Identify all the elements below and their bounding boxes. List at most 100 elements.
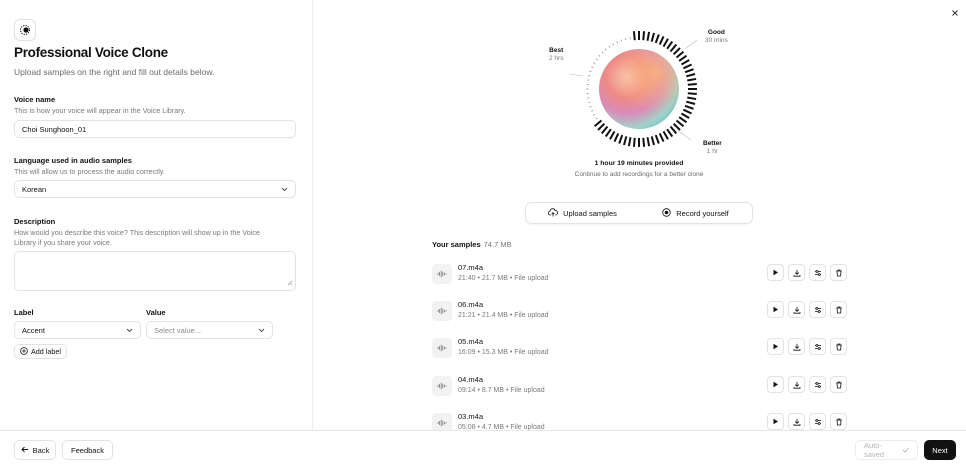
resize-handle-icon[interactable] — [287, 279, 293, 288]
progress-tick — [669, 43, 678, 53]
adjust-icon[interactable] — [809, 264, 826, 281]
duration-visualizer: Best 2 hrs Good 30 mins Better 1 hr — [543, 22, 743, 162]
progress-tick — [613, 132, 620, 142]
value-select-placeholder: Select value... — [154, 325, 202, 335]
progress-tick — [672, 122, 681, 131]
good-marker: Good 30 mins — [705, 29, 728, 44]
progress-tick — [687, 92, 697, 96]
play-icon[interactable] — [767, 301, 784, 318]
arrow-left-icon — [21, 446, 29, 455]
progress-tick — [662, 38, 669, 48]
sample-actions — [767, 338, 847, 355]
play-icon[interactable] — [767, 376, 784, 393]
page-title: Professional Voice Clone — [14, 45, 168, 60]
adjust-icon[interactable] — [809, 301, 826, 318]
description-help-line2: Library if you share your voice. — [14, 238, 112, 247]
footer-bar: Back Feedback Auto-saved Next — [0, 430, 966, 466]
progress-tick — [684, 104, 694, 110]
adjust-icon[interactable] — [809, 338, 826, 355]
trash-icon[interactable] — [830, 376, 847, 393]
progress-tick — [658, 132, 665, 142]
progress-tick — [646, 137, 651, 147]
next-label: Next — [932, 445, 948, 455]
language-select[interactable]: Korean — [14, 180, 296, 198]
feedback-label: Feedback — [71, 445, 104, 455]
trash-icon[interactable] — [830, 301, 847, 318]
waveform-icon — [432, 413, 452, 430]
sample-row: 05.m4a 16:09 • 15.3 MB • File upload — [432, 336, 847, 360]
trash-icon[interactable] — [830, 264, 847, 281]
remaining-tick — [616, 41, 618, 44]
progress-tick — [666, 40, 674, 50]
play-icon[interactable] — [767, 413, 784, 430]
trash-icon[interactable] — [830, 338, 847, 355]
description-textarea[interactable] — [14, 251, 296, 291]
trash-icon[interactable] — [830, 413, 847, 430]
autosaved-label: Auto-saved — [864, 441, 885, 459]
remaining-tick — [601, 51, 604, 54]
sample-meta: 09:14 • 8.7 MB • File upload — [458, 387, 545, 394]
sample-actions — [767, 264, 847, 281]
remaining-tick — [604, 48, 607, 51]
language-help: This will allow us to process the audio … — [14, 167, 165, 176]
close-icon[interactable] — [950, 8, 960, 18]
progress-tick — [627, 137, 632, 147]
samples-panel: Best 2 hrs Good 30 mins Better 1 hr 1 hour … — [313, 0, 966, 430]
value-select[interactable]: Select value... — [146, 321, 273, 339]
samples-title: Your samples — [432, 240, 481, 249]
add-label-button[interactable]: Add label — [14, 344, 67, 359]
sample-row: 06.m4a 21:21 • 21.4 MB • File upload — [432, 299, 847, 323]
download-icon[interactable] — [788, 413, 805, 430]
record-icon — [662, 207, 671, 219]
form-panel: Professional Voice Clone Upload samples … — [0, 0, 313, 430]
sample-actions — [767, 413, 847, 430]
progress-tick — [623, 136, 628, 146]
value-heading: Value — [146, 308, 166, 317]
progress-tick — [678, 116, 688, 124]
record-yourself-button[interactable]: Record yourself — [639, 203, 752, 223]
download-icon[interactable] — [788, 301, 805, 318]
label-select-value: Accent — [22, 325, 45, 335]
progress-tick — [597, 122, 606, 131]
download-icon[interactable] — [788, 264, 805, 281]
back-button[interactable]: Back — [14, 440, 56, 460]
remaining-tick — [598, 54, 601, 57]
progress-tick — [680, 112, 690, 119]
upload-samples-button[interactable]: Upload samples — [526, 203, 639, 223]
feedback-button[interactable]: Feedback — [62, 440, 113, 460]
progress-tick — [684, 68, 694, 74]
label-select[interactable]: Accent — [14, 321, 141, 339]
cloud-upload-icon — [547, 207, 559, 219]
progress-tick — [646, 31, 651, 41]
chevron-down-icon — [125, 326, 133, 334]
progress-tick — [687, 77, 697, 82]
progress-tick — [642, 137, 646, 147]
remaining-tick — [591, 66, 594, 68]
autosaved-button: Auto-saved — [855, 440, 918, 460]
sample-meta: 16:09 • 15.3 MB • File upload — [458, 349, 549, 356]
progress-tick — [686, 100, 696, 105]
progress-tick — [678, 54, 688, 62]
remaining-tick — [593, 114, 596, 116]
voice-name-input[interactable]: Choi Sunghoon_01 — [14, 120, 296, 138]
upload-samples-label: Upload samples — [563, 208, 617, 218]
adjust-icon[interactable] — [809, 376, 826, 393]
progress-tick — [686, 73, 696, 78]
progress-tick — [618, 134, 624, 144]
provided-duration: 1 hour 19 minutes provided — [594, 160, 684, 167]
adjust-icon[interactable] — [809, 413, 826, 430]
download-icon[interactable] — [788, 376, 805, 393]
download-icon[interactable] — [788, 338, 805, 355]
progress-tick — [682, 108, 692, 115]
next-button[interactable]: Next — [924, 440, 956, 460]
sample-name: 04.m4a — [458, 375, 484, 384]
play-icon[interactable] — [767, 264, 784, 281]
sample-name: 05.m4a — [458, 337, 484, 346]
remaining-tick — [612, 43, 614, 46]
voice-name-value: Choi Sunghoon_01 — [22, 124, 87, 134]
description-help-line1: How would you describe this voice? This … — [14, 228, 260, 237]
progress-tick — [654, 34, 660, 44]
progress-tick — [669, 125, 678, 135]
play-icon[interactable] — [767, 338, 784, 355]
progress-tick — [666, 128, 674, 138]
